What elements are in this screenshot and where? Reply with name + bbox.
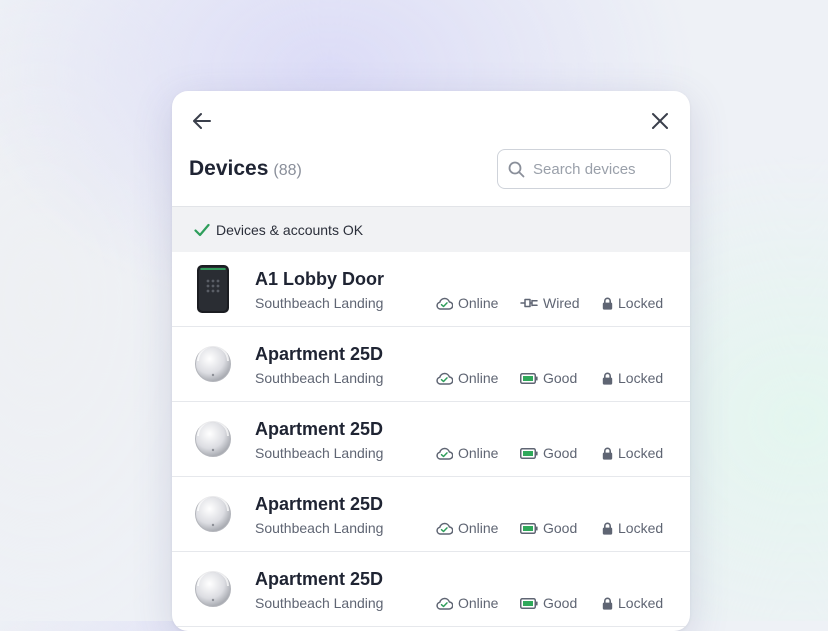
power-status: Wired bbox=[520, 295, 580, 311]
battery-icon bbox=[520, 447, 538, 459]
device-count: (88) bbox=[273, 162, 302, 179]
arrow-left-icon bbox=[193, 113, 211, 129]
lock-status: Locked bbox=[602, 595, 663, 611]
power-label: Wired bbox=[543, 295, 580, 311]
page-title-text: Devices bbox=[189, 157, 269, 180]
device-row[interactable]: A1 Lobby Door Southbeach Landing Online Wir… bbox=[172, 252, 690, 327]
smart-lock-device-icon bbox=[195, 495, 231, 532]
battery-icon bbox=[520, 522, 538, 534]
device-name: Apartment 25D bbox=[255, 344, 384, 364]
device-thumbnail bbox=[194, 265, 232, 313]
battery-icon bbox=[520, 372, 538, 384]
device-thumbnail bbox=[194, 340, 232, 388]
back-button[interactable] bbox=[190, 109, 214, 133]
connection-label: Online bbox=[458, 595, 499, 611]
page-title: Devices (88) bbox=[189, 157, 302, 181]
power-status: Good bbox=[520, 445, 577, 461]
connection-status: Online bbox=[435, 595, 498, 611]
device-location: Southbeach Landing bbox=[255, 370, 384, 386]
power-label: Good bbox=[543, 595, 578, 611]
check-icon bbox=[194, 223, 210, 236]
panel-header bbox=[172, 91, 690, 151]
device-row[interactable]: Apartment 25D Southbeach Landing Online Goo… bbox=[172, 402, 690, 477]
lock-icon bbox=[602, 522, 613, 535]
device-list: A1 Lobby Door Southbeach Landing Online Wir… bbox=[172, 252, 690, 627]
lock-label: Locked bbox=[618, 595, 664, 611]
devices-panel: Devices (88) Devices & accounts OK A1 Lo… bbox=[172, 91, 690, 631]
connection-label: Online bbox=[458, 520, 499, 536]
device-thumbnail bbox=[194, 415, 232, 463]
close-icon bbox=[652, 113, 668, 129]
device-name: A1 Lobby Door bbox=[255, 269, 384, 289]
power-status: Good bbox=[520, 520, 577, 536]
device-row[interactable]: Apartment 25D Southbeach Landing Online Goo… bbox=[172, 552, 690, 627]
device-row[interactable]: Apartment 25D Southbeach Landing Online Goo… bbox=[172, 477, 690, 552]
search-input[interactable] bbox=[531, 159, 660, 179]
lock-status: Locked bbox=[602, 445, 663, 461]
plug-icon bbox=[520, 298, 538, 308]
connection-label: Online bbox=[458, 295, 499, 311]
connection-status: Online bbox=[435, 445, 498, 461]
device-row[interactable]: Apartment 25D Southbeach Landing Online Goo… bbox=[172, 327, 690, 402]
close-button[interactable] bbox=[648, 109, 672, 133]
device-location: Southbeach Landing bbox=[255, 445, 384, 461]
lock-label: Locked bbox=[618, 295, 664, 311]
lock-icon bbox=[602, 597, 613, 610]
connection-status: Online bbox=[435, 520, 498, 536]
power-status: Good bbox=[520, 370, 577, 386]
device-location: Southbeach Landing bbox=[255, 595, 384, 611]
device-thumbnail bbox=[194, 490, 232, 538]
cloud-check-icon bbox=[436, 522, 453, 535]
device-thumbnail bbox=[194, 565, 232, 613]
search-box[interactable] bbox=[497, 149, 671, 189]
power-status: Good bbox=[520, 595, 577, 611]
device-name: Apartment 25D bbox=[255, 494, 384, 514]
lock-label: Locked bbox=[618, 520, 664, 536]
lock-icon bbox=[602, 372, 613, 385]
lock-label: Locked bbox=[618, 370, 664, 386]
connection-status: Online bbox=[435, 370, 498, 386]
battery-icon bbox=[520, 597, 538, 609]
device-name: Apartment 25D bbox=[255, 419, 384, 439]
device-location: Southbeach Landing bbox=[255, 520, 384, 536]
connection-label: Online bbox=[458, 370, 499, 386]
lock-icon bbox=[602, 297, 613, 310]
device-location: Southbeach Landing bbox=[255, 295, 384, 311]
power-label: Good bbox=[543, 520, 578, 536]
power-label: Good bbox=[543, 370, 578, 386]
device-name: Apartment 25D bbox=[255, 569, 384, 589]
status-text: Devices & accounts OK bbox=[216, 221, 364, 238]
lock-status: Locked bbox=[602, 295, 663, 311]
status-bar: Devices & accounts OK bbox=[172, 206, 690, 252]
search-icon bbox=[508, 161, 525, 177]
lock-status: Locked bbox=[602, 520, 663, 536]
keypad-device-icon bbox=[197, 265, 229, 313]
lock-status: Locked bbox=[602, 370, 663, 386]
cloud-check-icon bbox=[436, 372, 453, 385]
cloud-check-icon bbox=[436, 447, 453, 460]
smart-lock-device-icon bbox=[195, 420, 231, 457]
cloud-check-icon bbox=[436, 297, 453, 310]
connection-status: Online bbox=[435, 295, 498, 311]
cloud-check-icon bbox=[436, 597, 453, 610]
smart-lock-device-icon bbox=[195, 345, 231, 382]
lock-label: Locked bbox=[618, 445, 664, 461]
power-label: Good bbox=[543, 445, 578, 461]
connection-label: Online bbox=[458, 445, 499, 461]
lock-icon bbox=[602, 447, 613, 460]
smart-lock-device-icon bbox=[195, 570, 231, 607]
